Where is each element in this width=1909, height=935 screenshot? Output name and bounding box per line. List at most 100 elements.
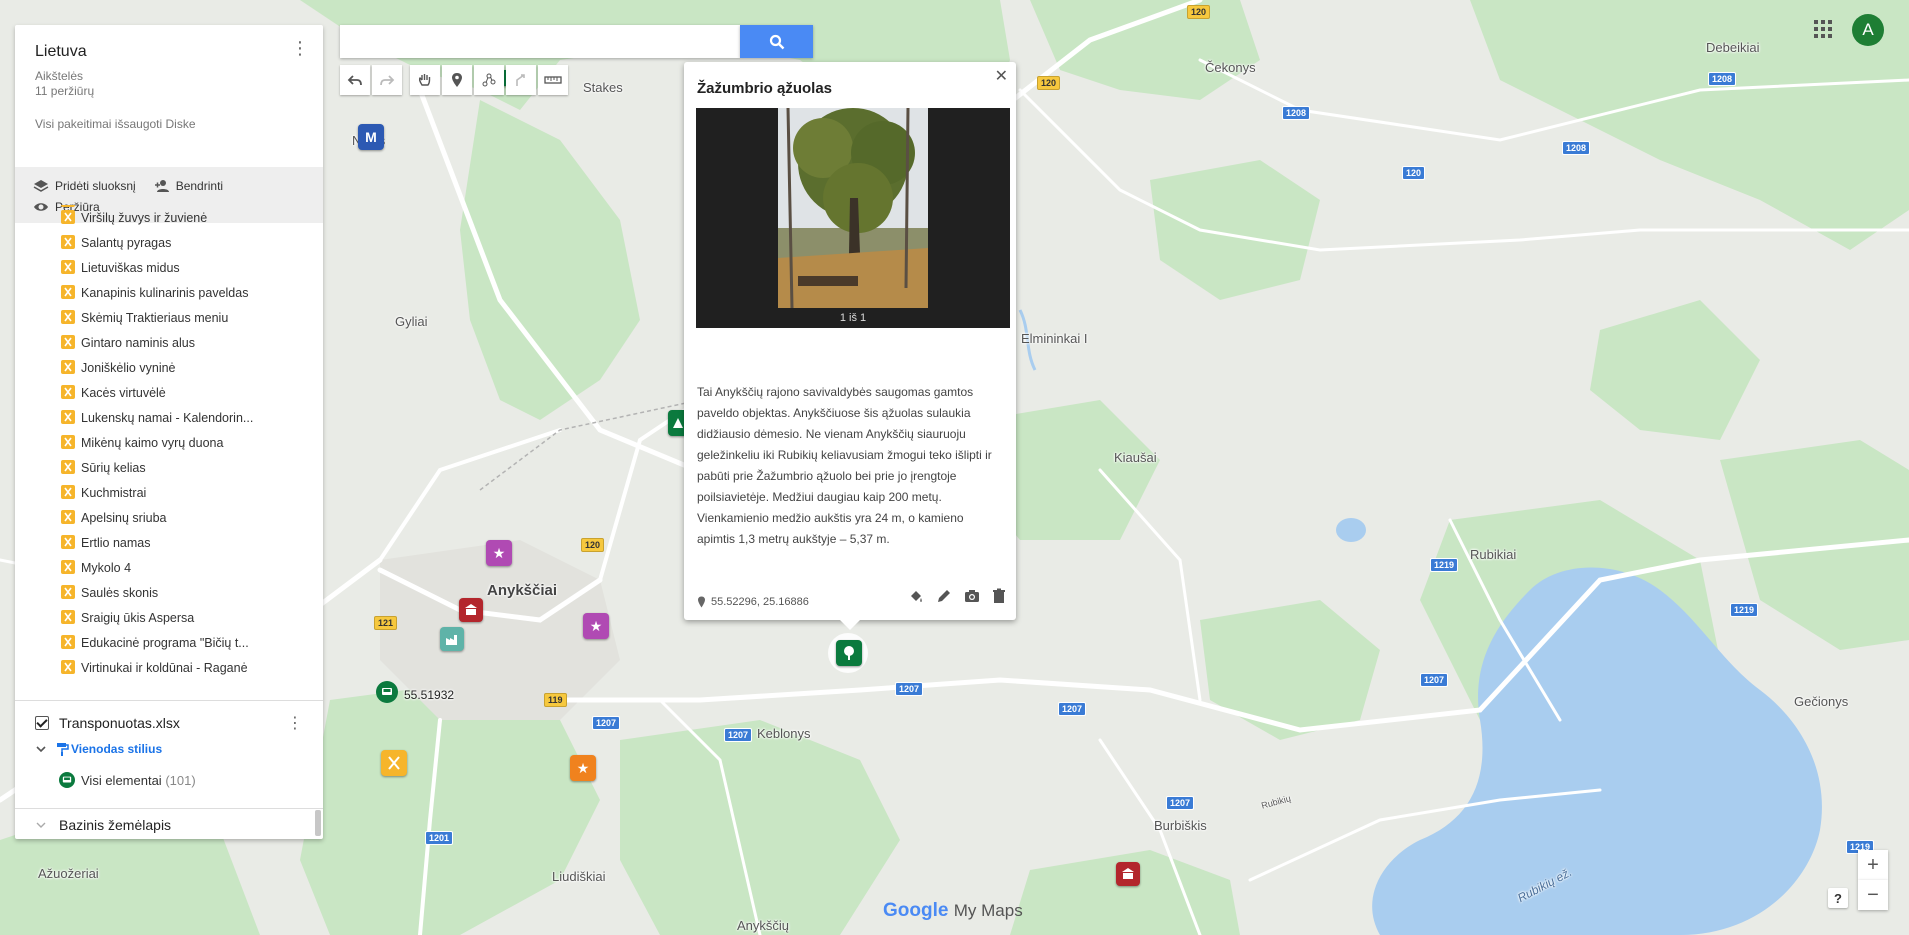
map-marker-museum-icon[interactable] <box>459 598 483 622</box>
undo-button[interactable] <box>340 65 370 95</box>
list-item[interactable]: Virtinukai ir koldūnai - Raganė <box>15 655 323 680</box>
feature-title: Žažumbrio ąžuolas <box>697 80 833 97</box>
road-shield: 1208 <box>1562 141 1591 155</box>
style-link[interactable]: Vienodas stilius <box>71 742 162 756</box>
list-item[interactable]: Kanapinis kulinarinis paveldas <box>15 280 323 305</box>
map-description[interactable]: Aikštelės <box>35 69 303 84</box>
map-marker-factory-icon[interactable] <box>440 627 464 651</box>
road-shield: 120 <box>1402 166 1426 180</box>
map-marker-star-icon[interactable]: ★ <box>486 540 512 566</box>
map-marker-museum-icon[interactable] <box>1116 862 1140 886</box>
map-options-menu-icon[interactable]: ⋮ <box>291 39 309 57</box>
draw-line-button[interactable] <box>474 65 504 95</box>
list-item-label: Ertlio namas <box>81 535 151 550</box>
road-shield: 120 <box>1037 76 1061 90</box>
directions-button[interactable] <box>506 65 536 95</box>
feature-coordinates: 55.52296, 25.16886 <box>697 596 809 608</box>
add-marker-button[interactable] <box>442 65 472 95</box>
share-label: Bendrinti <box>175 178 224 193</box>
place-label-town: Anykščiai <box>487 582 558 599</box>
camera-icon[interactable] <box>964 588 980 604</box>
map-marker-tree-icon-selected[interactable] <box>836 640 862 666</box>
list-item[interactable]: Edukacinė programa "Bičių t... <box>15 630 323 655</box>
feature-info-popup: Žažumbrio ąžuolas ✕ 1 iš 1 Tai Anykščių … <box>684 62 1016 630</box>
map-marker-food-icon[interactable] <box>381 750 407 776</box>
list-item[interactable]: Lukenskų namai - Kalendorin... <box>15 405 323 430</box>
share-button[interactable]: Bendrinti <box>154 178 223 194</box>
list-item[interactable]: Viršilų žuvys ir žuvienė <box>15 205 323 230</box>
paint-bucket-icon[interactable] <box>908 588 924 604</box>
cutlery-icon <box>61 435 75 449</box>
search-input[interactable] <box>340 25 740 56</box>
paint-roller-icon <box>57 743 69 756</box>
road-shield: 1207 <box>1058 702 1087 716</box>
list-item[interactable]: Salantų pyragas <box>15 230 323 255</box>
list-item[interactable]: Gintaro naminis alus <box>15 330 323 355</box>
map-marker-bus-icon[interactable] <box>376 681 398 703</box>
all-elements-label: Visi elementai <box>81 772 162 788</box>
map-marker-star-icon[interactable]: ★ <box>570 755 596 781</box>
list-item-label: Apelsinų sriuba <box>81 510 167 525</box>
chevron-down-icon[interactable] <box>35 743 47 755</box>
close-icon[interactable]: ✕ <box>995 66 1008 86</box>
panel-scrollbar[interactable] <box>315 810 321 836</box>
list-item[interactable]: Skėmių Traktieriaus meniu <box>15 305 323 330</box>
list-item[interactable]: Joniškėlio vyninė <box>15 355 323 380</box>
coordinate-label: 55.51932 <box>404 688 455 702</box>
feature-photo[interactable] <box>778 108 928 308</box>
help-button[interactable]: ? <box>1828 888 1848 908</box>
feature-actions <box>908 588 1006 604</box>
tent-icon <box>673 418 683 428</box>
zoom-in-button[interactable]: + <box>1858 850 1888 880</box>
list-item[interactable]: Mikėnų kaimo vyrų duona <box>15 430 323 455</box>
all-elements-row[interactable]: Visi elementai (101) <box>15 761 323 799</box>
redo-button[interactable] <box>372 65 402 95</box>
style-row[interactable]: Vienodas stilius <box>15 737 323 761</box>
layer-options-menu-icon[interactable]: ⋮ <box>287 713 303 733</box>
trash-icon[interactable] <box>992 588 1006 604</box>
cutlery-icon <box>61 310 75 324</box>
apps-grid-icon[interactable] <box>1814 20 1832 38</box>
cutlery-icon <box>61 385 75 399</box>
list-item[interactable]: Kacės virtuvėlė <box>15 380 323 405</box>
search-button[interactable] <box>740 25 813 58</box>
list-item-label: Lietuviškas midus <box>81 260 180 275</box>
place-label: Gečionys <box>1794 694 1849 709</box>
add-layer-button[interactable]: Pridėti sluoksnį <box>33 178 136 194</box>
layer-item-list[interactable]: Viršilų žuvys ir žuvienė Salantų pyragas L… <box>15 205 323 725</box>
element-count: (101) <box>165 772 196 788</box>
panel-header: Lietuva Aikštelės 11 peržiūrų Visi pakei… <box>15 25 323 167</box>
list-item[interactable]: Apelsinų sriuba <box>15 505 323 530</box>
list-item[interactable]: Sraigių ūkis Aspersa <box>15 605 323 630</box>
measure-button[interactable] <box>538 65 568 95</box>
cutlery-icon <box>61 635 75 649</box>
edit-pencil-icon[interactable] <box>936 588 952 604</box>
view-count: 11 peržiūrų <box>35 84 95 98</box>
list-item[interactable]: Ertlio namas <box>15 530 323 555</box>
list-item[interactable]: Sūrių kelias <box>15 455 323 480</box>
list-item[interactable]: Saulės skonis <box>15 580 323 605</box>
basemap-layer[interactable]: Bazinis žemėlapis <box>15 808 323 839</box>
place-label: Čekonys <box>1205 60 1256 75</box>
feature-description: Tai Anykščių rajono savivaldybės saugoma… <box>697 385 992 546</box>
layers-icon <box>33 179 49 192</box>
layer-header[interactable]: Transponuotas.xlsx ⋮ <box>15 709 323 737</box>
zoom-out-button[interactable]: − <box>1858 880 1888 910</box>
list-item[interactable]: Lietuviškas midus <box>15 255 323 280</box>
layer-name[interactable]: Transponuotas.xlsx <box>59 715 180 731</box>
map-title[interactable]: Lietuva <box>35 43 303 61</box>
select-hand-button[interactable] <box>410 65 440 95</box>
google-wordmark: Google <box>883 900 949 921</box>
map-marker-star-icon[interactable]: ★ <box>583 613 609 639</box>
search-box[interactable] <box>340 25 740 58</box>
cutlery-icon <box>61 335 75 349</box>
cutlery-icon <box>61 535 75 549</box>
feature-photo-viewer[interactable]: 1 iš 1 <box>696 108 1010 328</box>
list-item[interactable]: Kuchmistrai <box>15 480 323 505</box>
chevron-down-icon[interactable] <box>35 819 47 831</box>
list-item[interactable]: Mykolo 4 <box>15 555 323 580</box>
user-avatar[interactable]: A <box>1852 14 1884 46</box>
directions-icon <box>516 74 525 86</box>
map-marker-metro[interactable]: M <box>358 124 384 150</box>
layer-visibility-checkbox[interactable] <box>35 716 49 730</box>
